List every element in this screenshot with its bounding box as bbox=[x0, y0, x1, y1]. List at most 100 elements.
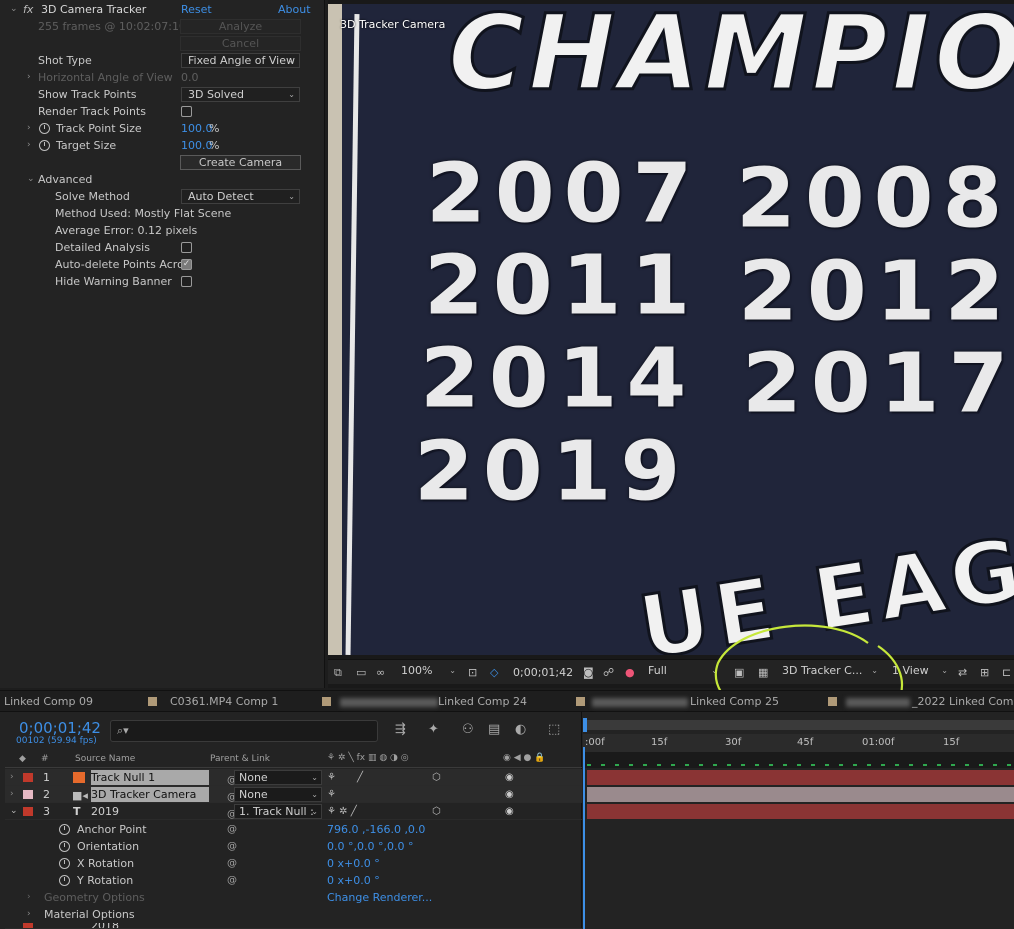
quality-switch-icon[interactable]: ╱ bbox=[357, 769, 363, 786]
expand-chevron-icon[interactable]: › bbox=[27, 137, 31, 154]
toggle-pixel-aspect-icon[interactable]: ⇄ bbox=[958, 666, 967, 679]
label-color[interactable] bbox=[23, 807, 33, 816]
safe-margins-icon[interactable]: ⊡ bbox=[468, 666, 477, 679]
layer-name[interactable]: Track Null 1 bbox=[91, 770, 209, 785]
eye-icon[interactable]: ◉ bbox=[505, 769, 514, 786]
property-value[interactable]: 0 x+0.0 ° bbox=[327, 872, 380, 889]
tab-linked-comp-09[interactable]: Linked Comp 09 bbox=[4, 695, 93, 708]
motion-blur-icon[interactable]: ◐ bbox=[515, 722, 526, 737]
track-point-size-value[interactable]: 100.0 bbox=[181, 120, 213, 137]
shy-layers-icon[interactable]: ⚇ bbox=[462, 722, 474, 737]
cancel-button[interactable]: Cancel bbox=[180, 36, 301, 51]
draft-3d-icon[interactable]: ✦ bbox=[428, 722, 439, 737]
stopwatch-icon[interactable] bbox=[59, 824, 70, 835]
reset-link[interactable]: Reset bbox=[181, 1, 212, 18]
3d-layer-icon[interactable]: ⬡ bbox=[432, 803, 441, 820]
expand-chevron-icon[interactable]: › bbox=[27, 889, 31, 906]
analyze-button[interactable]: Analyze bbox=[180, 19, 301, 34]
layer-bar[interactable] bbox=[587, 804, 1014, 819]
property-value[interactable]: 0 x+0.0 ° bbox=[327, 855, 380, 872]
tab-c0361-comp-1[interactable]: C0361.MP4 Comp 1 bbox=[170, 695, 278, 708]
work-area-start-handle[interactable] bbox=[583, 718, 587, 732]
collapse-chevron-icon[interactable]: ⌄ bbox=[10, 1, 18, 18]
stopwatch-icon[interactable] bbox=[39, 140, 50, 151]
graph-editor-icon[interactable]: ⬚ bbox=[548, 722, 560, 737]
expand-chevron-icon[interactable]: › bbox=[10, 786, 14, 803]
layer-bar[interactable] bbox=[587, 770, 1014, 785]
expression-spiral-icon[interactable]: @ bbox=[227, 821, 237, 838]
about-link[interactable]: About bbox=[278, 1, 311, 18]
shy-switch-icon[interactable]: ⚘ bbox=[327, 786, 336, 803]
parent-dropdown[interactable]: 1. Track Null : ⌄ bbox=[234, 804, 322, 819]
flowchart-icon[interactable]: ⊏ bbox=[1002, 666, 1011, 679]
show-snapshot-icon[interactable]: ☍ bbox=[603, 666, 614, 679]
tab-2022-linked-comp[interactable]: _2022 Linked Comp bbox=[912, 695, 1014, 708]
expand-chevron-icon[interactable]: › bbox=[27, 120, 31, 137]
shy-switch-icon[interactable]: ⚘ ✲ ╱ bbox=[327, 803, 357, 820]
always-preview-icon[interactable]: ⧉ bbox=[334, 666, 342, 680]
shy-switch-icon[interactable]: ⚘ bbox=[327, 769, 336, 786]
layer-row[interactable]: › 2 ■◂ 3D Tracker Camera @ None ⌄ ⚘ ◉ bbox=[5, 786, 582, 803]
layer-name[interactable]: 3D Tracker Camera bbox=[91, 787, 209, 802]
fx-icon[interactable]: fx bbox=[23, 1, 33, 18]
show-track-points-dropdown[interactable]: 3D Solved ⌄ bbox=[181, 87, 300, 102]
layer-name[interactable]: 2018 bbox=[91, 923, 119, 928]
shot-type-dropdown[interactable]: Fixed Angle of View ⌄ bbox=[181, 53, 300, 68]
change-renderer-link[interactable]: Change Renderer... bbox=[327, 889, 432, 906]
render-track-points-checkbox[interactable] bbox=[181, 106, 192, 117]
stopwatch-icon[interactable] bbox=[59, 858, 70, 869]
viewer-timecode[interactable]: 0;00;01;42 bbox=[513, 666, 573, 679]
label-color[interactable] bbox=[23, 790, 33, 799]
auto-delete-checkbox[interactable]: ✓ bbox=[181, 259, 192, 270]
layer-row[interactable]: ⌄ 3 T 2019 @ 1. Track Null : ⌄ ⚘ ✲ ╱ ⬡ ◉ bbox=[5, 803, 582, 820]
eye-icon[interactable]: ◉ bbox=[505, 786, 514, 803]
detailed-analysis-checkbox[interactable] bbox=[181, 242, 192, 253]
solve-method-dropdown[interactable]: Auto Detect ⌄ bbox=[181, 189, 300, 204]
label-color[interactable] bbox=[23, 923, 33, 928]
label-color[interactable] bbox=[23, 773, 33, 782]
work-area-bar[interactable] bbox=[583, 720, 1014, 730]
timeline-timecode[interactable]: 0;00;01;42 bbox=[19, 719, 101, 737]
3d-layer-icon[interactable]: ⬡ bbox=[432, 769, 441, 786]
parent-dropdown[interactable]: None ⌄ bbox=[234, 787, 322, 802]
create-camera-button[interactable]: Create Camera bbox=[180, 155, 301, 170]
time-ruler[interactable]: :00f 15f 30f 45f 01:00f 15f bbox=[583, 734, 1014, 752]
fast-previews-icon[interactable]: ⊞ bbox=[980, 666, 989, 679]
timeline-track-area[interactable]: :00f 15f 30f 45f 01:00f 15f bbox=[583, 712, 1014, 929]
collapse-chevron-icon[interactable]: ⌄ bbox=[10, 803, 18, 820]
expression-spiral-icon[interactable]: @ bbox=[227, 855, 237, 872]
frame-blending-icon[interactable]: ▤ bbox=[488, 722, 500, 737]
eye-icon[interactable]: ◉ bbox=[505, 803, 514, 820]
property-value[interactable]: 796.0 ,-166.0 ,0.0 bbox=[327, 821, 425, 838]
layer-search-input[interactable]: ⌕▾ bbox=[110, 720, 378, 742]
stopwatch-icon[interactable] bbox=[39, 123, 50, 134]
material-options-label[interactable]: Material Options bbox=[44, 906, 135, 923]
stopwatch-icon[interactable] bbox=[59, 875, 70, 886]
camera-snapshot-icon[interactable]: ◙ bbox=[583, 666, 594, 679]
layer-name[interactable]: 2019 bbox=[91, 803, 119, 820]
monitor-icon[interactable]: ▭ bbox=[356, 666, 366, 679]
tab-linked-comp-25[interactable]: Linked Comp 25 bbox=[690, 695, 779, 708]
expand-chevron-icon[interactable]: › bbox=[27, 69, 31, 86]
effect-header-row[interactable]: ⌄ fx 3D Camera Tracker Reset About bbox=[0, 1, 325, 18]
property-value[interactable]: 0.0 °,0.0 °,0.0 ° bbox=[327, 838, 413, 855]
header-source-name[interactable]: Source Name bbox=[75, 754, 135, 764]
parent-dropdown[interactable]: None ⌄ bbox=[234, 770, 322, 785]
channel-icon[interactable]: ● bbox=[625, 666, 635, 679]
comp-mini-flowchart-icon[interactable]: ⇶ bbox=[395, 722, 406, 737]
hide-warning-checkbox[interactable] bbox=[181, 276, 192, 287]
vr-goggles-icon[interactable]: ∞ bbox=[376, 666, 385, 679]
stopwatch-icon[interactable] bbox=[59, 841, 70, 852]
expression-spiral-icon[interactable]: @ bbox=[227, 838, 237, 855]
playhead[interactable] bbox=[583, 747, 585, 929]
layer-row[interactable]: 2018 bbox=[5, 923, 582, 929]
magnification-dropdown[interactable]: 100% ⌄ bbox=[395, 663, 459, 681]
advanced-label[interactable]: Advanced bbox=[38, 171, 92, 188]
layer-row[interactable]: › 1 Track Null 1 @ None ⌄ ⚘ ╱ ⬡ ◉ bbox=[5, 769, 582, 786]
header-parent-link[interactable]: Parent & Link bbox=[210, 754, 270, 764]
collapse-chevron-icon[interactable]: ⌄ bbox=[27, 171, 35, 188]
mask-visibility-icon[interactable]: ◇ bbox=[490, 666, 498, 679]
expand-chevron-icon[interactable]: › bbox=[27, 906, 31, 923]
tab-linked-comp-24[interactable]: Linked Comp 24 bbox=[438, 695, 527, 708]
expression-spiral-icon[interactable]: @ bbox=[227, 872, 237, 889]
